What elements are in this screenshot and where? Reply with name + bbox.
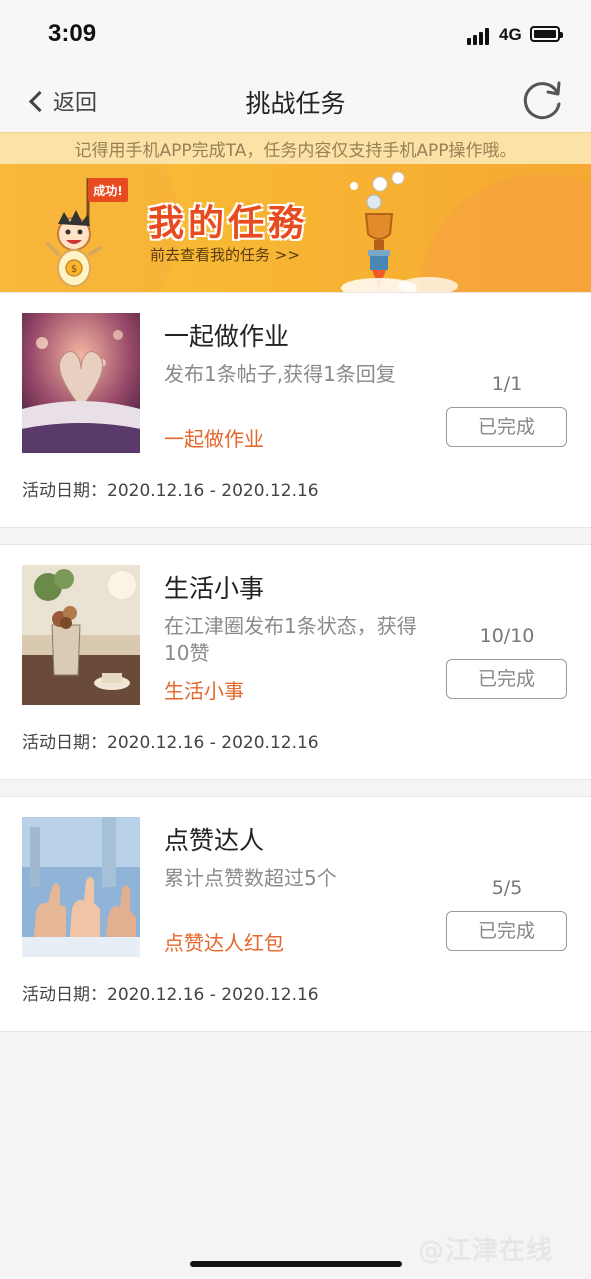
task-date: 活动日期：2020.12.16 - 2020.12.16: [22, 733, 319, 753]
task-thumbnail: [22, 313, 140, 453]
task-card: 生活小事 在江津圈发布1条状态，获得10赞 生活小事 10/10 已完成 活动日…: [0, 544, 591, 780]
status-time: 3:09: [48, 20, 97, 47]
task-progress: 10/10: [479, 625, 535, 647]
completed-button[interactable]: 已完成: [446, 407, 567, 447]
completed-button[interactable]: 已完成: [446, 911, 567, 951]
task-link[interactable]: 点赞达人红包: [164, 927, 284, 956]
task-link[interactable]: 一起做作业: [164, 423, 264, 452]
banner-title: 我的任務: [148, 203, 309, 244]
task-description: 发布1条帖子,获得1条回复: [164, 362, 396, 386]
watermark: @江津在线: [418, 1236, 554, 1266]
task-progress: 1/1: [491, 373, 523, 395]
notice-bar: 记得用手机APP完成TA，任务内容仅支持手机APP操作哦。: [0, 132, 591, 165]
refresh-icon: [523, 81, 561, 120]
task-title: 生活小事: [164, 574, 265, 603]
task-card: 点赞达人 累计点赞数超过5个 点赞达人红包 5/5 已完成 活动日期：2020.…: [0, 796, 591, 1032]
flag-text: 成功!: [93, 183, 122, 198]
page-title: 挑战任务: [245, 89, 346, 118]
task-title: 一起做作业: [164, 322, 290, 351]
home-indicator[interactable]: [190, 1261, 402, 1267]
task-description: 累计点赞数超过5个: [164, 866, 337, 890]
mascot-icon: 成功! $: [46, 178, 128, 287]
my-tasks-banner[interactable]: 成功! $ 我的任務 前去查看我的任务 >>: [0, 164, 591, 292]
signal-icon: [467, 27, 493, 45]
status-bar: 3:09 4G: [0, 0, 591, 70]
refresh-button[interactable]: [521, 78, 565, 122]
completed-button[interactable]: 已完成: [446, 659, 567, 699]
trophy-rocket-icon: [341, 171, 458, 292]
task-thumbnail: [22, 565, 140, 705]
task-progress: 5/5: [491, 877, 523, 899]
task-thumbnail: [22, 817, 140, 957]
network-label: 4G: [499, 25, 522, 44]
battery-icon: [530, 26, 563, 42]
task-date: 活动日期：2020.12.16 - 2020.12.16: [22, 481, 319, 501]
notice-text: 记得用手机APP完成TA，任务内容仅支持手机APP操作哦。: [74, 141, 517, 161]
svg-text:$: $: [71, 264, 77, 275]
nav-bar: 返回 挑战任务: [0, 70, 591, 132]
task-card: 一起做作业 发布1条帖子,获得1条回复 一起做作业 1/1 已完成 活动日期：2…: [0, 292, 591, 528]
task-description: 在江津圈发布1条状态，获得10赞: [164, 614, 417, 665]
banner-link[interactable]: 前去查看我的任务 >>: [150, 244, 300, 265]
task-link[interactable]: 生活小事: [164, 675, 244, 704]
task-date: 活动日期：2020.12.16 - 2020.12.16: [22, 985, 319, 1005]
task-title: 点赞达人: [164, 826, 265, 855]
